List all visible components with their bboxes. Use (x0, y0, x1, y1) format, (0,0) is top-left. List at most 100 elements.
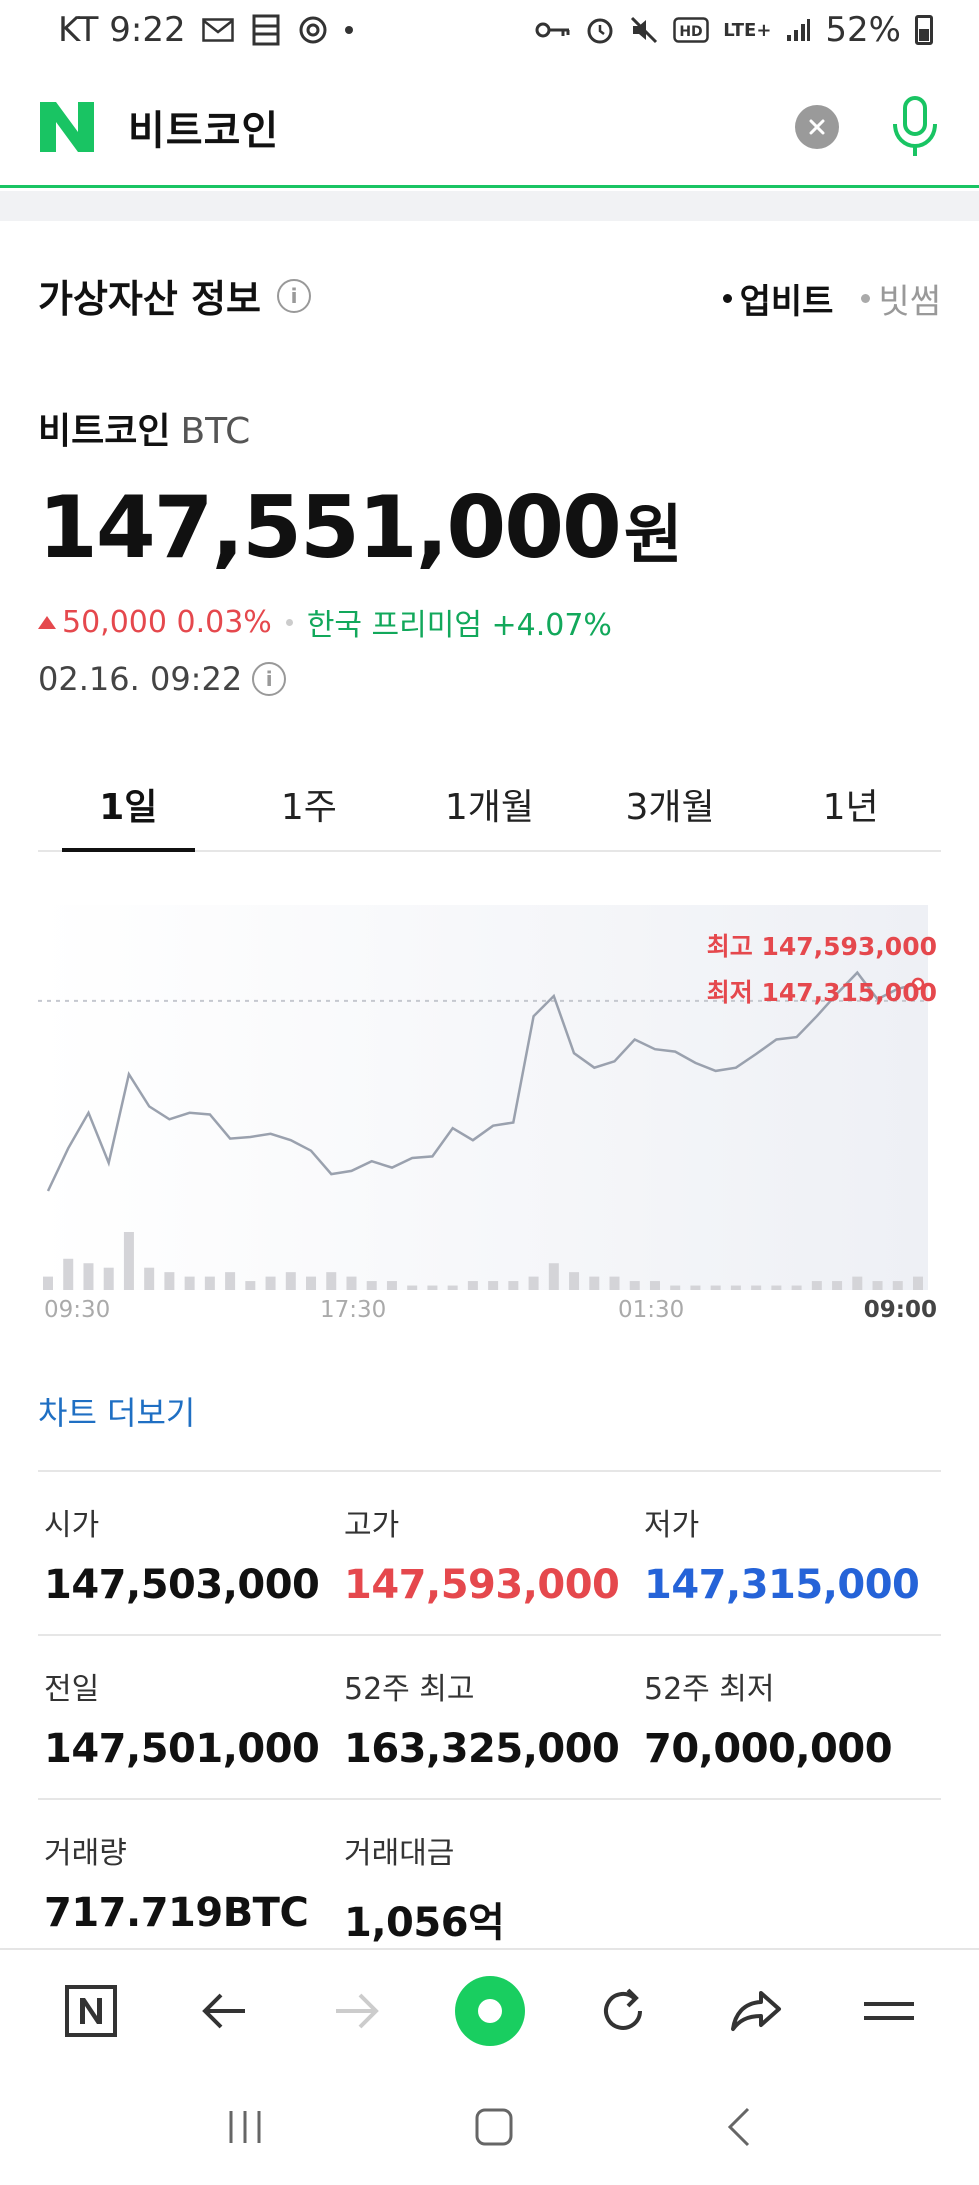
volume-bar (43, 1276, 53, 1290)
info-icon[interactable]: i (277, 278, 311, 313)
system-navigation (0, 2072, 979, 2185)
stat-label: 52주 최고 (344, 1672, 475, 1707)
close-icon (809, 119, 825, 134)
volume-bar (690, 1285, 701, 1290)
exchange-label: 업비트 (739, 282, 834, 322)
stat-low: 저가 147,315,000 (638, 1500, 938, 1634)
volume-bar (832, 1281, 843, 1290)
green-dot-button[interactable] (452, 1973, 528, 2049)
tab-1w[interactable]: 1주 (219, 760, 400, 850)
naver-logo[interactable] (38, 99, 96, 155)
stat-label: 52주 최저 (644, 1672, 775, 1707)
share-button[interactable] (718, 1973, 794, 2049)
chart-svg (38, 905, 928, 1290)
volume-bar (225, 1272, 236, 1290)
volume-bar (164, 1272, 175, 1290)
signal-icon (785, 17, 811, 43)
volume-bar (285, 1272, 296, 1290)
volume-bar (447, 1285, 458, 1290)
chart-high-label: 최고 147,593,000 (706, 932, 937, 961)
exchange-bithumb[interactable]: 빗썸 (861, 274, 941, 323)
tab-1d[interactable]: 1일 (38, 760, 219, 852)
stat-value: 70,000,000 (644, 1726, 893, 1772)
volume-bar (569, 1272, 580, 1290)
forward-button[interactable] (319, 1973, 395, 2049)
volume-bar (852, 1276, 863, 1290)
key-icon (535, 19, 571, 41)
info-icon[interactable]: i (252, 662, 287, 696)
menu-button[interactable] (851, 1973, 927, 2049)
price-value: 147,551,000 (38, 478, 622, 578)
stats-row: 전일 147,501,000 52주 최고 163,325,000 52주 최저… (38, 1634, 941, 1798)
coin-name: 비트코인 BTC (38, 402, 250, 454)
volume-bar (508, 1281, 519, 1290)
system-back-icon (728, 2107, 750, 2146)
period-tabs: 1일 1주 1개월 3개월 1년 (38, 760, 941, 852)
mail-icon (201, 18, 234, 42)
volume-bar (467, 1281, 478, 1290)
recent-apps-icon (229, 2110, 261, 2143)
search-input[interactable]: 비트코인 (128, 98, 279, 156)
volume-bar (892, 1281, 903, 1290)
korea-premium[interactable]: 한국 프리미엄 +4.07% (307, 600, 612, 644)
volume-bar (589, 1276, 600, 1290)
stat-value: 147,315,000 (644, 1562, 920, 1608)
search-header: 비트코인 (0, 68, 979, 188)
green-dot-icon (454, 1976, 525, 2046)
inactive-dot-icon (861, 294, 871, 303)
carrier-time: KT 9:22 (58, 10, 186, 50)
volume-bar (103, 1267, 114, 1290)
status-bar: KT 9:22 HD LTE+ 52% (0, 0, 979, 60)
share-icon (730, 1991, 781, 2031)
system-back-button[interactable] (724, 2105, 754, 2153)
volume-bar (730, 1285, 741, 1290)
volume-bar (245, 1281, 256, 1290)
stat-value: 147,503,000 (44, 1562, 320, 1608)
stat-label: 시가 (44, 1508, 100, 1543)
volume-bar (386, 1281, 397, 1290)
price-change: 50,000 0.03% (38, 605, 272, 640)
chart-more-link[interactable]: 차트 더보기 (38, 1388, 195, 1434)
refresh-icon (603, 1988, 642, 2030)
recent-apps-button[interactable] (225, 2109, 265, 2149)
active-dot-icon (722, 294, 732, 303)
stat-label: 전일 (44, 1672, 100, 1707)
tab-1m[interactable]: 1개월 (399, 760, 580, 850)
tab-1y[interactable]: 1년 (760, 760, 941, 850)
naver-home-icon (64, 1985, 117, 2037)
volume-bar (649, 1281, 660, 1290)
back-button[interactable] (186, 1973, 262, 2049)
stat-prev-close: 전일 147,501,000 (38, 1664, 338, 1798)
stat-value: 163,325,000 (344, 1726, 620, 1772)
mute-icon (629, 15, 659, 45)
price-chart[interactable]: 최고 147,593,000 최저 147,315,000 09:30 17:3… (38, 905, 941, 1325)
naver-home-button[interactable] (53, 1973, 129, 2049)
stats-row: 시가 147,503,000 고가 147,593,000 저가 147,315… (38, 1470, 941, 1634)
volume-bar (366, 1281, 377, 1290)
voice-search-button[interactable] (889, 95, 941, 159)
volume-bar (63, 1258, 74, 1290)
price-change-text: 50,000 0.03% (62, 604, 272, 640)
volume-bar (913, 1276, 923, 1290)
volume-bar (528, 1276, 539, 1290)
volume-bar (609, 1276, 620, 1290)
tab-3m[interactable]: 3개월 (580, 760, 761, 850)
volume-bar (144, 1267, 155, 1290)
price-stats: 시가 147,503,000 고가 147,593,000 저가 147,315… (38, 1470, 941, 1962)
timestamp-text: 02.16. 09:22 (38, 660, 243, 698)
clear-search-button[interactable] (795, 104, 839, 149)
volume-bar (123, 1232, 134, 1290)
exchange-selector: 업비트 빗썸 (722, 274, 941, 323)
exchange-upbit[interactable]: 업비트 (722, 274, 834, 323)
chart-low-label: 최저 147,315,000 (706, 978, 937, 1007)
chrome-icon (298, 15, 328, 45)
back-arrow-icon (201, 1993, 245, 2029)
volume-bar (265, 1276, 276, 1290)
dot-icon (344, 25, 354, 35)
battery-text: 52% (825, 10, 901, 50)
refresh-button[interactable] (585, 1973, 661, 2049)
browser-toolbar (0, 1948, 979, 2072)
home-button[interactable] (474, 2107, 514, 2151)
x-tick-label: 09:00 (863, 1297, 937, 1323)
price-timestamp: 02.16. 09:22 i (38, 660, 287, 698)
